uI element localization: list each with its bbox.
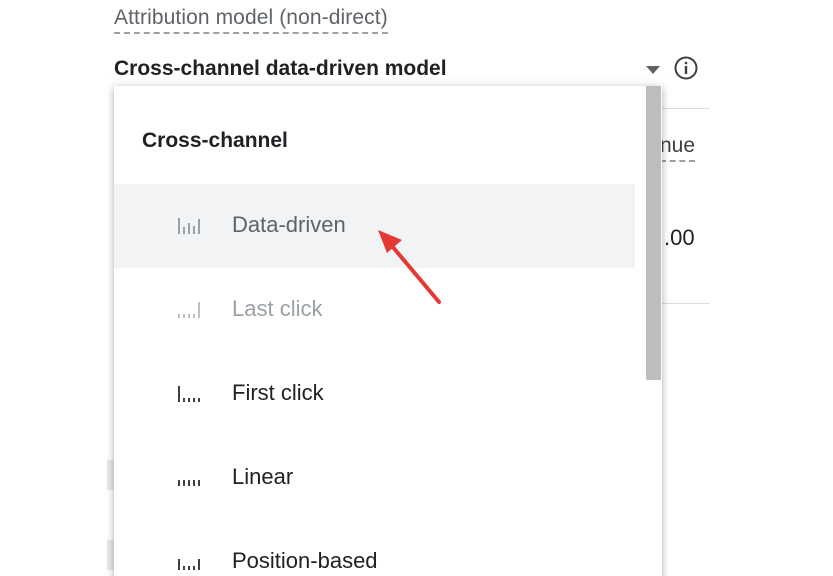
info-circle-icon[interactable] (673, 55, 699, 81)
caret-down-icon[interactable] (646, 66, 660, 74)
data-driven-bars-icon (178, 218, 200, 234)
attribution-model-menu: Cross-channel Data-driven Last click Fir… (114, 86, 662, 576)
attribution-model-selected-value: Cross-channel data-driven model (114, 57, 447, 80)
menu-item-linear[interactable]: Linear (114, 436, 635, 520)
attribution-model-dropdown[interactable]: Cross-channel data-driven model (114, 52, 704, 86)
linear-bars-icon (178, 480, 200, 486)
menu-item-label: Last click (232, 296, 323, 321)
menu-scrollbar-thumb[interactable] (646, 86, 661, 380)
last-click-bars-icon (178, 302, 200, 318)
menu-item-label: Linear (232, 464, 294, 489)
first-click-bars-icon (178, 386, 200, 402)
menu-item-label: Position-based (232, 548, 378, 573)
menu-item-position-based[interactable]: Position-based (114, 520, 635, 576)
position-based-bars-icon (178, 559, 200, 570)
attribution-settings-page: Attribution model (non-direct) Cross-cha… (0, 0, 833, 576)
menu-item-label: Data-driven (232, 212, 346, 237)
menu-group-header: Cross-channel (142, 129, 288, 152)
table-column-header-fragment: nue (660, 134, 696, 162)
table-edge-stub (107, 460, 114, 490)
annotation-arrow-icon (378, 230, 441, 304)
table-edge-stub (107, 540, 114, 570)
menu-item-first-click[interactable]: First click (114, 352, 635, 436)
menu-item-label: First click (232, 380, 324, 405)
table-cell-fragment: .00 (664, 225, 695, 250)
attribution-model-label: Attribution model (non-direct) (114, 6, 388, 34)
